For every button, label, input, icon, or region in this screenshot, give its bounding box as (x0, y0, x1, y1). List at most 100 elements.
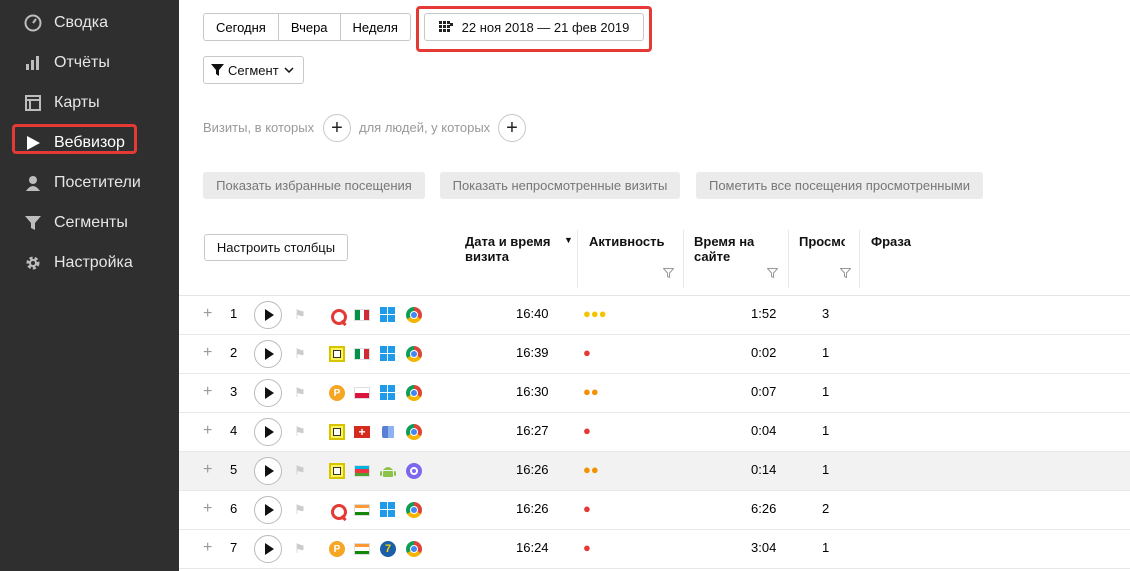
flag-poland-icon (354, 387, 370, 399)
user-icon (24, 174, 42, 192)
column-header-phrase[interactable]: Фраза (871, 234, 911, 249)
expand-row-icon[interactable]: + (203, 383, 212, 401)
visit-time: 16:26 (516, 501, 549, 516)
table-row[interactable]: +4 ⚑ +16:27 ● 0:04 1 (179, 413, 1130, 452)
column-header-text: Время на (694, 234, 755, 249)
bookmark-flag-icon[interactable]: ⚑ (294, 307, 306, 323)
column-filter-icon[interactable] (766, 268, 779, 281)
play-recording-button[interactable] (254, 379, 282, 407)
flag-italy-icon (354, 309, 370, 321)
mark-all-viewed-button[interactable]: Пометить все посещения просмотренными (696, 172, 983, 199)
gauge-icon (24, 14, 42, 32)
expand-row-icon[interactable]: + (203, 539, 212, 557)
chrome-icon (406, 424, 422, 440)
table-row[interactable]: +5 ⚑ 16:26 ●● 0:14 1 (179, 452, 1130, 491)
play-recording-button[interactable] (254, 301, 282, 329)
pageviews-count: 1 (822, 345, 830, 360)
period-yesterday-button[interactable]: Вчера (279, 14, 341, 40)
mac-os-icon (380, 424, 396, 440)
column-header-time-on-site[interactable]: Время на сайте (694, 234, 754, 264)
sidebar-item-reports[interactable]: Отчёты (0, 43, 179, 83)
bookmark-flag-icon[interactable]: ⚑ (294, 463, 306, 479)
show-unviewed-button[interactable]: Показать непросмотренные визиты (440, 172, 680, 199)
row-number: 1 (230, 306, 238, 321)
bookmark-flag-icon[interactable]: ⚑ (294, 424, 306, 440)
filter-icon (24, 214, 42, 232)
sidebar-item-label: Карты (54, 94, 100, 111)
windows-icon (380, 346, 396, 362)
direct-ad-icon (329, 463, 345, 479)
period-buttons: Сегодня Вчера Неделя (203, 13, 411, 41)
table-row[interactable]: +7 ⚑ Р 7 16:24 ● 3:04 1 (179, 530, 1130, 569)
sidebar-item-maps[interactable]: Карты (0, 83, 179, 123)
column-filter-icon[interactable] (662, 268, 675, 281)
bookmark-flag-icon[interactable]: ⚑ (294, 385, 306, 401)
expand-row-icon[interactable]: + (203, 305, 212, 323)
show-favorites-button[interactable]: Показать избранные посещения (203, 172, 425, 199)
activity-indicator: ●● (583, 462, 599, 477)
sidebar-item-segments[interactable]: Сегменты (0, 203, 179, 243)
column-header-activity[interactable]: Активность (589, 234, 664, 249)
bookmark-flag-icon[interactable]: ⚑ (294, 502, 306, 518)
people-condition-label: для людей, у которых (359, 120, 491, 135)
sidebar-item-label: Посетители (54, 174, 141, 191)
visit-time: 16:40 (516, 306, 549, 321)
row-number: 7 (230, 540, 238, 555)
chrome-icon (406, 502, 422, 518)
chrome-icon (406, 307, 422, 323)
play-recording-button[interactable] (254, 496, 282, 524)
row-number: 3 (230, 384, 238, 399)
flag-italy-icon (354, 348, 370, 360)
add-people-condition-button[interactable]: + (498, 114, 526, 142)
column-filter-icon[interactable] (839, 268, 852, 281)
expand-row-icon[interactable]: + (203, 500, 212, 518)
direct-ad-icon (329, 424, 345, 440)
pageviews-count: 3 (822, 306, 830, 321)
play-recording-button[interactable] (254, 340, 282, 368)
period-week-button[interactable]: Неделя (341, 14, 410, 40)
expand-row-icon[interactable]: + (203, 344, 212, 362)
visit-time: 16:26 (516, 462, 549, 477)
play-recording-button[interactable] (254, 535, 282, 563)
ad-network-icon: Р (329, 541, 345, 557)
column-divider (788, 230, 789, 288)
plus-icon: + (506, 116, 518, 139)
activity-indicator: ●● (583, 384, 599, 399)
filter-icon (211, 64, 224, 76)
sidebar-item-visitors[interactable]: Посетители (0, 163, 179, 203)
sidebar-item-summary[interactable]: Сводка (0, 3, 179, 43)
windows-7-icon: 7 (380, 541, 396, 557)
table-row[interactable]: +6 ⚑ 16:26 ● 6:26 2 (179, 491, 1130, 530)
configure-columns-button[interactable]: Настроить столбцы (204, 234, 348, 261)
segment-label: Сегмент (228, 62, 279, 78)
table-row[interactable]: +1 ⚑ 16:40 ●●● 1:52 3 (179, 296, 1130, 335)
time-on-site: 3:04 (751, 540, 777, 555)
sidebar-item-settings[interactable]: Настройка (0, 243, 179, 283)
chrome-icon (406, 385, 422, 401)
date-range-button[interactable]: 22 ноя 2018 — 21 фев 2019 (424, 13, 644, 41)
gear-icon (24, 254, 42, 272)
pageviews-count: 2 (822, 501, 830, 516)
table-row[interactable]: +3 ⚑ Р 16:30 ●● 0:07 1 (179, 374, 1130, 413)
segment-button[interactable]: Сегмент (203, 56, 304, 84)
bookmark-flag-icon[interactable]: ⚑ (294, 346, 306, 362)
chevron-down-icon (284, 67, 294, 73)
table-row[interactable]: +2 ⚑ 16:39 ● 0:02 1 (179, 335, 1130, 374)
column-header-pageviews[interactable]: Просмо (799, 234, 845, 249)
expand-row-icon[interactable]: + (203, 461, 212, 479)
bookmark-flag-icon[interactable]: ⚑ (294, 541, 306, 557)
sidebar-item-label: Настройка (54, 254, 133, 271)
row-number: 4 (230, 423, 238, 438)
period-today-button[interactable]: Сегодня (204, 14, 279, 40)
activity-indicator: ●●● (583, 306, 607, 321)
expand-row-icon[interactable]: + (203, 422, 212, 440)
play-recording-button[interactable] (254, 418, 282, 446)
sort-desc-icon[interactable]: ▼ (564, 235, 573, 245)
play-recording-button[interactable] (254, 457, 282, 485)
add-visit-condition-button[interactable]: + (323, 114, 351, 142)
column-header-datetime[interactable]: Дата и время визита (465, 234, 551, 264)
plus-icon: + (331, 116, 343, 139)
android-icon (380, 463, 396, 479)
chrome-icon (406, 346, 422, 362)
time-on-site: 6:26 (751, 501, 777, 516)
